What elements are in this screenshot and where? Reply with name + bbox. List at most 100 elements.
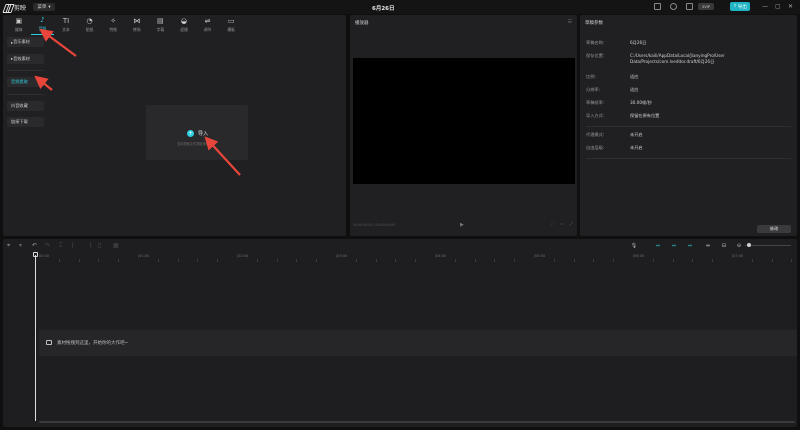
effects-icon: ✧	[110, 16, 117, 25]
feedback-icon[interactable]	[670, 3, 677, 10]
tab-text[interactable]: TI 文本	[54, 15, 78, 35]
split-right-icon[interactable]: ⎹	[85, 242, 91, 249]
play-icon[interactable]: ▶	[460, 222, 464, 228]
export-button[interactable]: ⇪ 导出	[730, 2, 750, 11]
param-label: 分辨率:	[586, 87, 600, 92]
side-item-label: 音频提取	[11, 79, 28, 84]
playhead[interactable]	[35, 255, 36, 421]
media-panel: ▣ 媒体 ♪ 音频 TI 文本 ◔ 贴纸 ✧ 特效 ⋈ 转场 ▤ 字幕 ◒ 滤镜 ⇌ 调节 ▭ 模板 ▸ 音乐素材 ▸ …	[3, 15, 346, 236]
menu-label: 菜单	[37, 5, 47, 10]
fullscreen-icon[interactable]: ⤢	[570, 221, 573, 226]
sticker-icon: ◔	[86, 16, 93, 25]
adjust-icon: ⇌	[204, 16, 211, 25]
vip-badge[interactable]: SVIP	[698, 3, 714, 10]
tab-label: 模板	[227, 26, 235, 32]
fit-timeline-icon[interactable]: ⊟	[719, 242, 729, 249]
redo-icon[interactable]: ↷	[45, 242, 50, 249]
ruler-tick	[573, 259, 575, 262]
transition-icon: ⋈	[133, 16, 141, 25]
time-ruler[interactable]: 00:00 |01:00 |02:00 |03:00 |04:00 |05:00 |06:0…	[3, 252, 797, 262]
param-label: 草稿名称:	[586, 40, 605, 45]
tab-media[interactable]: ▣ 媒体	[7, 15, 31, 35]
import-button[interactable]: + 导入	[187, 130, 208, 137]
zoom-out-icon[interactable]: ⊖	[734, 242, 744, 249]
import-drop-area[interactable]: + 导入 支持视频文件提取音频	[146, 105, 248, 160]
tab-caption[interactable]: ▤ 字幕	[149, 15, 173, 35]
select-cursor-icon[interactable]: ⌖	[7, 242, 10, 249]
zoom-slider[interactable]	[745, 245, 791, 246]
player-title: 播放器	[355, 21, 369, 26]
shortcut-icon[interactable]	[654, 3, 661, 10]
app-logo-icon	[4, 4, 12, 11]
player-screen[interactable]	[353, 58, 575, 184]
delete-icon[interactable]: ▯	[98, 242, 101, 249]
ruler-tick-label: |04:00	[435, 254, 447, 258]
tab-label: 字幕	[156, 26, 165, 32]
zoom-knob[interactable]	[747, 243, 751, 247]
tab-audio[interactable]: ♪ 音频	[30, 15, 55, 35]
main-track[interactable]: 素材拖拽到这里，开始你的大作吧~	[39, 330, 797, 356]
ratio-icon[interactable]: ▭	[560, 221, 564, 226]
param-label: 导入方式:	[586, 113, 605, 118]
timeline-scrollbar[interactable]	[39, 421, 795, 423]
param-label: 自由层级:	[586, 145, 605, 150]
side-item-label: 抖音收藏	[11, 102, 28, 108]
tab-effects[interactable]: ✧ 特效	[101, 15, 125, 35]
tab-transition[interactable]: ⋈ 转场	[125, 15, 149, 35]
menu-button[interactable]: 菜单 ▾	[33, 3, 55, 11]
ruler-tick-label: |06:00	[633, 254, 645, 258]
close-icon[interactable]: ✕	[788, 3, 793, 10]
ruler-tick	[692, 259, 694, 262]
ruler-tick-label: |02:00	[237, 254, 249, 258]
caption-icon: ▤	[157, 16, 164, 25]
ruler-tick	[494, 259, 496, 262]
export-label: 导出	[737, 4, 747, 10]
film-icon	[46, 340, 52, 345]
modify-button[interactable]: 修改	[757, 225, 791, 233]
side-nav: ▸ 音乐素材 ▸ 音效素材音频提取抖音收藏链接下载	[7, 37, 44, 134]
ruler-tick	[197, 259, 199, 262]
ruler-tick-label: |05:00	[534, 254, 546, 258]
titlebar-icons	[654, 3, 693, 10]
side-item-1[interactable]: ▸ 音效素材	[7, 53, 44, 64]
chevron-down-icon: ▾	[48, 4, 51, 10]
export-icon: ⇪	[733, 4, 737, 9]
split-left-icon[interactable]: ⎸	[72, 242, 78, 249]
ruler-tick	[217, 259, 219, 262]
side-item-4[interactable]: 链接下载	[7, 117, 44, 127]
side-item-2[interactable]: 音频提取	[7, 77, 44, 87]
media-icon: ▣	[15, 16, 23, 25]
ruler-tick	[276, 259, 278, 262]
linkage-icon[interactable]: ⇔	[685, 242, 695, 249]
player-panel: 播放器 ☰ 00:00:00:00 / 00:00:00:00 ▶ ⛶ ▭ ⤢	[350, 15, 577, 236]
ruler-tick	[553, 259, 555, 262]
ruler-tick	[751, 259, 753, 262]
param-label: 比例:	[586, 74, 596, 79]
param-value: 30.00帧/秒	[630, 100, 652, 105]
tab-sticker[interactable]: ◔ 贴纸	[78, 15, 102, 35]
maximize-icon[interactable]: ▢	[775, 3, 781, 10]
tab-template[interactable]: ▭ 模板	[219, 15, 243, 35]
tab-label: 媒体	[15, 26, 23, 32]
ruler-tick	[58, 259, 60, 262]
fit-screen-icon[interactable]: ⛶	[551, 221, 554, 226]
tab-filter[interactable]: ◒ 滤镜	[172, 15, 196, 35]
side-item-0[interactable]: ▸ 音乐素材	[7, 37, 44, 47]
freeze-icon[interactable]: ▦	[113, 242, 119, 249]
tab-adjust[interactable]: ⇌ 调节	[196, 15, 220, 35]
side-item-3[interactable]: 抖音收藏	[7, 100, 44, 111]
minimize-icon[interactable]: —	[762, 3, 768, 10]
auto-snap-icon[interactable]: ⇔	[669, 242, 679, 249]
project-title: 6月26日	[372, 6, 395, 12]
microphone-icon[interactable]: 🎙	[629, 242, 639, 249]
main-track-magnet-icon[interactable]: ⇔	[653, 242, 663, 249]
layout-icon[interactable]	[686, 3, 693, 10]
split-icon[interactable]: ⌶	[59, 242, 63, 249]
undo-icon[interactable]: ↶	[32, 242, 37, 249]
more-icon[interactable]: ☰	[568, 19, 572, 25]
plus-icon: +	[187, 130, 194, 137]
dropdown-icon[interactable]: ▾	[19, 242, 22, 249]
ruler-tick-label: |07:00	[732, 254, 744, 258]
preview-axis-icon[interactable]: ⇹	[703, 242, 713, 249]
audio-icon: ♪	[40, 16, 45, 24]
